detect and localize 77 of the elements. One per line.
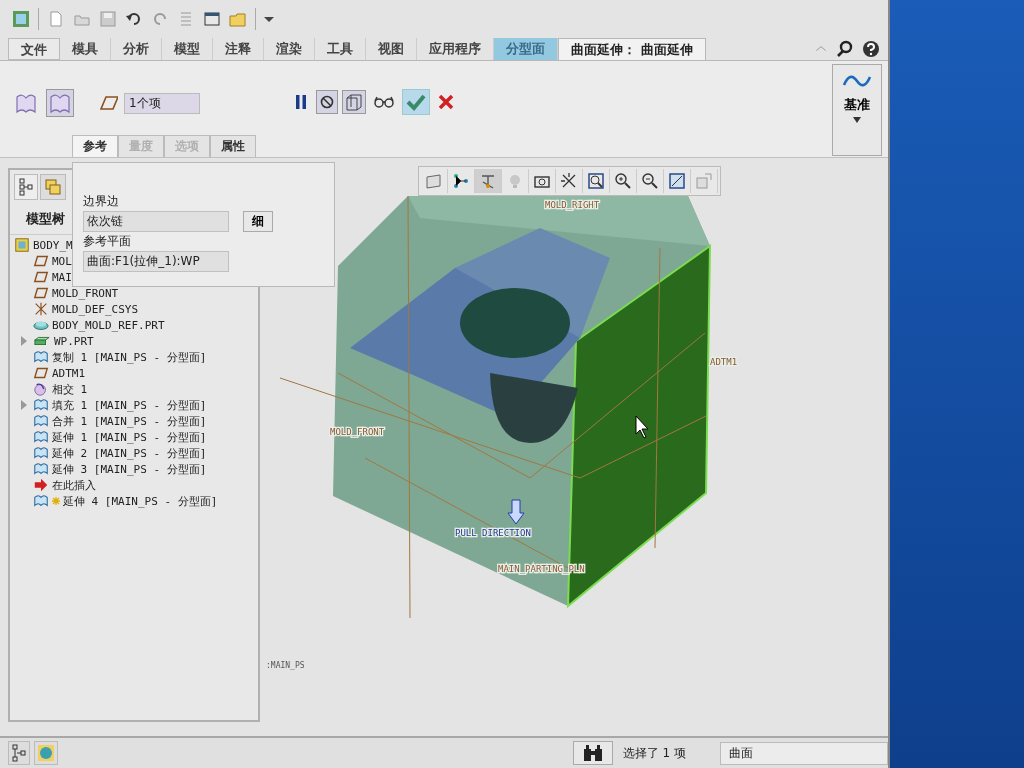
ribbon-tab[interactable]: 模型 (162, 38, 213, 60)
datum-plane-icon (33, 365, 49, 381)
windows-icon (203, 10, 221, 28)
ribbon-tab[interactable]: 曲面延伸： 曲面延伸 (558, 38, 706, 60)
quilt-label: :MAIN_PS (266, 661, 305, 670)
tree-item[interactable]: WP.PRT (54, 334, 94, 348)
datum-button[interactable]: 基准 (832, 64, 882, 156)
assembly-icon (14, 237, 30, 253)
surface-icon (33, 461, 49, 477)
search-icon (836, 40, 854, 58)
datum-plane-icon (33, 253, 49, 269)
app-logo-icon (12, 10, 30, 28)
panel-tab[interactable]: 属性 (210, 135, 256, 157)
pull-direction-arrow-icon (507, 499, 525, 525)
ribbon-tab[interactable]: 工具 (315, 38, 366, 60)
intersect-icon (33, 381, 49, 397)
binoculars-icon (581, 744, 604, 762)
surface-option-button[interactable] (46, 89, 74, 117)
boundary-edge-field[interactable]: 依次链 (83, 211, 229, 232)
selection-filter[interactable]: 曲面 (720, 741, 888, 765)
tree-item[interactable]: 合并 1 [MAIN_PS - 分型面] (52, 413, 207, 429)
tree-item[interactable]: BODY_M (33, 238, 73, 252)
ribbon-tab[interactable]: 文件 (8, 38, 60, 60)
ribbon-tab[interactable]: 注释 (213, 38, 264, 60)
surface-icon (33, 349, 49, 365)
surface-icon (33, 445, 49, 461)
new-file-icon (47, 10, 65, 28)
undo-icon (125, 10, 143, 28)
tree-item[interactable]: MAI (52, 270, 72, 284)
tree-item[interactable]: MOLD_DEF_CSYS (52, 302, 139, 316)
caret-icon (853, 117, 861, 123)
coordinate-system-icon (33, 301, 49, 317)
tree-item[interactable]: 延伸 2 [MAIN_PS - 分型面] (52, 445, 207, 461)
details-button[interactable]: 细 (243, 211, 273, 232)
datum-plane-icon (33, 269, 49, 285)
browser-toggle[interactable] (34, 741, 58, 765)
model-tree-tab[interactable] (14, 174, 38, 200)
panel-tab[interactable]: 参考 (72, 135, 118, 157)
tree-item[interactable]: 延伸 1 [MAIN_PS - 分型面] (52, 429, 207, 445)
datum-label: MOLD_RIGHT (545, 200, 600, 210)
reference-field[interactable]: 1个项 (124, 92, 200, 114)
datum-plane-icon (100, 94, 118, 112)
save-icon (99, 10, 117, 28)
ribbon-tab[interactable]: 分析 (111, 38, 162, 60)
surface-icon (33, 397, 49, 413)
folder-icon (229, 10, 247, 28)
help-icon (862, 40, 880, 58)
arrow-icon (33, 477, 49, 493)
tree-item[interactable]: 在此插入 (52, 477, 96, 493)
field-label: 参考平面 (83, 233, 132, 250)
tree-item[interactable]: 延伸 4 [MAIN_PS - 分型面] (63, 493, 218, 509)
tree-item[interactable]: MOLD_FRONT (52, 286, 119, 300)
ribbon-tab[interactable]: 模具 (60, 38, 111, 60)
surface-icon (33, 413, 49, 429)
no-preview-button[interactable] (316, 90, 338, 114)
tree-item[interactable]: BODY_MOLD_REF.PRT (52, 318, 165, 332)
tree-item[interactable]: 相交 1 (52, 381, 88, 397)
tree-item[interactable]: 填充 1 [MAIN_PS - 分型面] (52, 397, 207, 413)
dropdown-icon (264, 16, 274, 22)
tree-item[interactable]: ADTM1 (52, 366, 86, 380)
find-button[interactable] (572, 741, 613, 765)
datum-label: ADTM1 (710, 357, 738, 367)
surface-icon (33, 429, 49, 445)
mouse-cursor-icon (635, 415, 649, 439)
redo-icon (151, 10, 169, 28)
tree-item[interactable]: 延伸 3 [MAIN_PS - 分型面] (52, 461, 207, 477)
tree-item[interactable]: 复制 1 [MAIN_PS - 分型面] (52, 349, 207, 365)
datum-plane-icon (33, 285, 49, 301)
surface-icon (33, 493, 49, 509)
ribbon-tab[interactable]: 渲染 (264, 38, 315, 60)
pause-icon (293, 93, 309, 111)
ribbon-tab[interactable]: 视图 (366, 38, 417, 60)
model-tree-toggle[interactable] (8, 741, 30, 765)
selection-status: 选择了 1 项 (622, 744, 686, 762)
preview-button[interactable] (342, 90, 366, 114)
reference-plane-field[interactable]: 曲面:F1(拉伸_1):WP (83, 251, 229, 272)
tree-item[interactable]: MOL (52, 254, 72, 268)
